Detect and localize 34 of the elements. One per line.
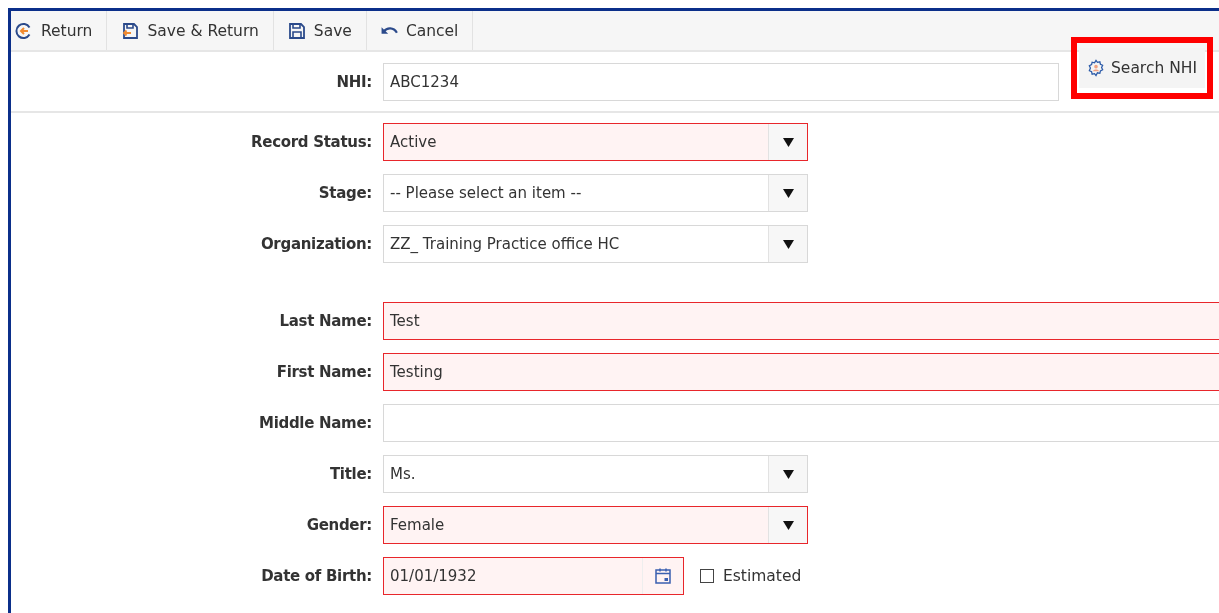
undo-icon bbox=[380, 26, 398, 35]
field-label: Record Status: bbox=[250, 133, 373, 151]
dropdown[interactable]: Active bbox=[383, 123, 808, 161]
estimated-checkbox[interactable]: Estimated bbox=[700, 567, 802, 585]
search-nhi-button[interactable]: Search NHI bbox=[1079, 48, 1205, 88]
dropdown[interactable]: ZZ_ Training Practice office HC bbox=[383, 225, 808, 263]
gear-icon bbox=[1087, 59, 1105, 77]
field-label: Last Name: bbox=[278, 312, 373, 330]
dropdown-arrow-icon bbox=[782, 137, 794, 147]
nhi-field[interactable]: ABC1234 bbox=[383, 62, 1059, 101]
date-field[interactable]: 01/01/1932 bbox=[383, 557, 684, 595]
dropdown[interactable]: Ms. bbox=[383, 455, 808, 493]
field-label: Gender: bbox=[305, 516, 373, 534]
field-label: Middle Name: bbox=[258, 414, 373, 432]
field-label: First Name: bbox=[275, 363, 373, 381]
field-label: Organization: bbox=[259, 235, 373, 253]
save-icon bbox=[287, 21, 306, 40]
dropdown[interactable]: -- Please select an item -- bbox=[383, 174, 808, 212]
field-label: Date of Birth: bbox=[260, 567, 373, 585]
input-field[interactable] bbox=[383, 404, 1219, 442]
return-icon bbox=[15, 21, 33, 40]
input-field[interactable]: Test bbox=[383, 302, 1219, 340]
dropdown-arrow-icon bbox=[782, 188, 794, 198]
dropdown-arrow-icon bbox=[782, 469, 794, 479]
checkbox[interactable] bbox=[700, 569, 714, 583]
input-field[interactable]: Testing bbox=[383, 353, 1219, 391]
field-label: Stage: bbox=[317, 184, 373, 202]
field-label: NHI: bbox=[335, 72, 373, 91]
field-label: Title: bbox=[328, 465, 373, 483]
save-icon bbox=[121, 21, 140, 40]
dropdown-arrow-icon bbox=[782, 520, 794, 530]
dropdown[interactable]: Female bbox=[383, 506, 808, 544]
dropdown-arrow-icon bbox=[782, 239, 794, 249]
calendar-icon bbox=[654, 567, 672, 585]
